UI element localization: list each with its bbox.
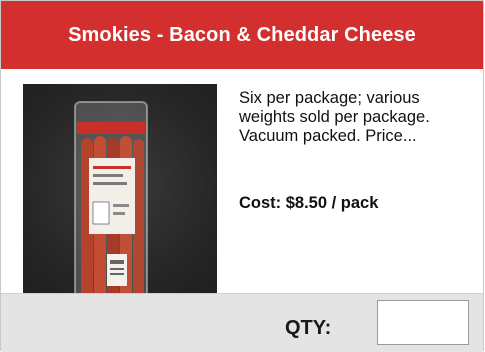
qty-label: QTY:: [285, 317, 332, 339]
product-header: Smokies - Bacon & Cheddar Cheese: [1, 1, 483, 69]
product-cost: Cost: $8.50 / pack: [239, 194, 379, 212]
qty-input[interactable]: [377, 300, 469, 345]
product-description: Six per package; various weights sold pe…: [239, 89, 430, 145]
product-card: Smokies - Bacon & Cheddar Cheese Six per…: [0, 0, 484, 352]
product-title: Smokies - Bacon & Cheddar Cheese: [68, 23, 416, 46]
